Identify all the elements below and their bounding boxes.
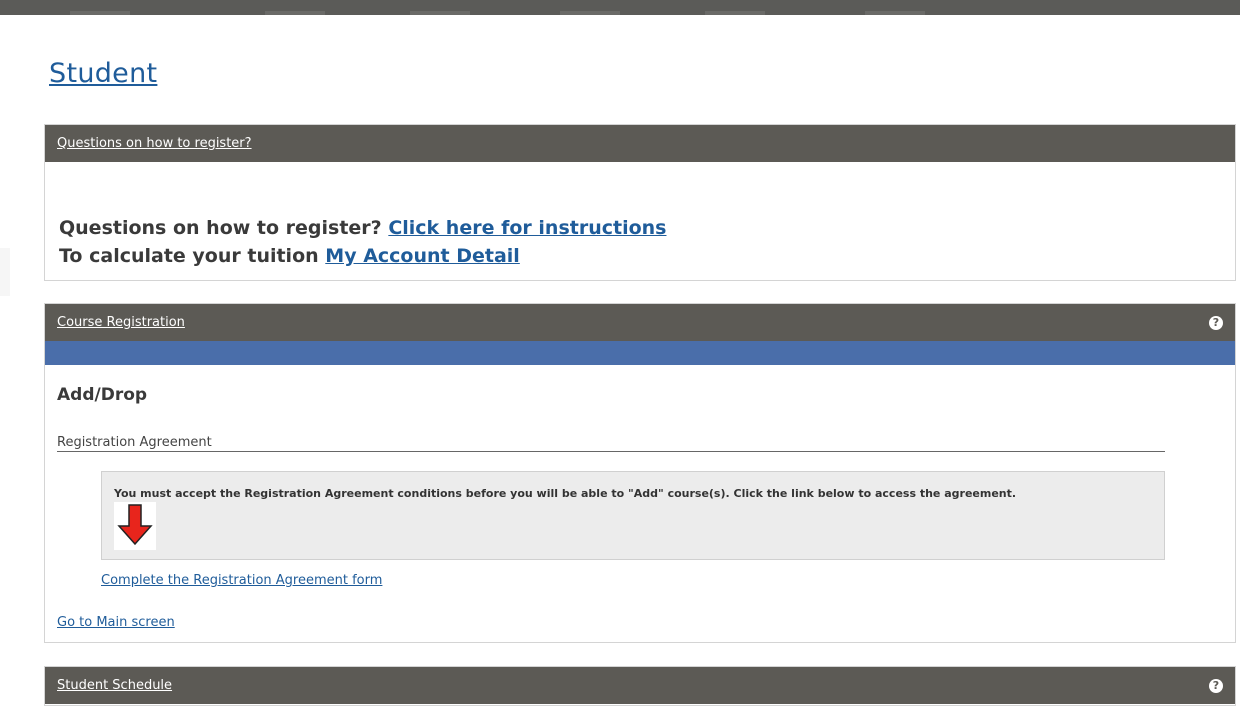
agreement-notice-box: You must accept the Registration Agreeme… bbox=[101, 471, 1165, 560]
questions-header-link[interactable]: Questions on how to register? bbox=[57, 136, 252, 151]
nav-segment[interactable] bbox=[265, 11, 325, 15]
tuition-line: To calculate your tuition My Account Det… bbox=[59, 245, 520, 267]
instructions-link[interactable]: Click here for instructions bbox=[388, 217, 666, 239]
accent-bar bbox=[45, 341, 1235, 365]
add-drop-heading: Add/Drop bbox=[57, 385, 148, 405]
student-schedule-header: Student Schedule ? bbox=[45, 667, 1235, 704]
nav-segment[interactable] bbox=[410, 11, 470, 15]
go-to-main-screen-link[interactable]: Go to Main screen bbox=[57, 615, 175, 630]
nav-segment[interactable] bbox=[70, 11, 130, 15]
nav-segment[interactable] bbox=[705, 11, 765, 15]
nav-segment[interactable] bbox=[865, 11, 925, 15]
page-title[interactable]: Student bbox=[49, 58, 157, 89]
question-circle-icon[interactable]: ? bbox=[1209, 316, 1223, 330]
registration-agreement-label: Registration Agreement bbox=[57, 435, 212, 450]
top-navigation-bar bbox=[0, 0, 1240, 15]
nav-segment[interactable] bbox=[560, 11, 620, 15]
student-schedule-header-link[interactable]: Student Schedule bbox=[57, 678, 172, 693]
complete-agreement-link[interactable]: Complete the Registration Agreement form bbox=[101, 573, 382, 588]
student-schedule-panel: Student Schedule ? bbox=[44, 666, 1236, 706]
my-account-detail-link[interactable]: My Account Detail bbox=[325, 245, 520, 267]
course-registration-header: Course Registration ? bbox=[45, 304, 1235, 341]
questions-panel-header: Questions on how to register? bbox=[45, 125, 1235, 162]
questions-panel: Questions on how to register? Questions … bbox=[44, 124, 1236, 281]
question-circle-icon[interactable]: ? bbox=[1209, 679, 1223, 693]
course-registration-header-link[interactable]: Course Registration bbox=[57, 315, 185, 330]
questions-instructions-text: Questions on how to register? bbox=[59, 217, 382, 239]
tuition-text: To calculate your tuition bbox=[59, 245, 319, 267]
red-down-arrow-icon bbox=[114, 502, 156, 550]
agreement-notice-text: You must accept the Registration Agreeme… bbox=[114, 487, 1017, 500]
left-edge-strip bbox=[0, 248, 10, 296]
section-divider bbox=[57, 451, 1165, 452]
course-registration-panel: Course Registration ? Add/Drop Registrat… bbox=[44, 303, 1236, 643]
questions-instructions-line: Questions on how to register? Click here… bbox=[59, 217, 666, 239]
